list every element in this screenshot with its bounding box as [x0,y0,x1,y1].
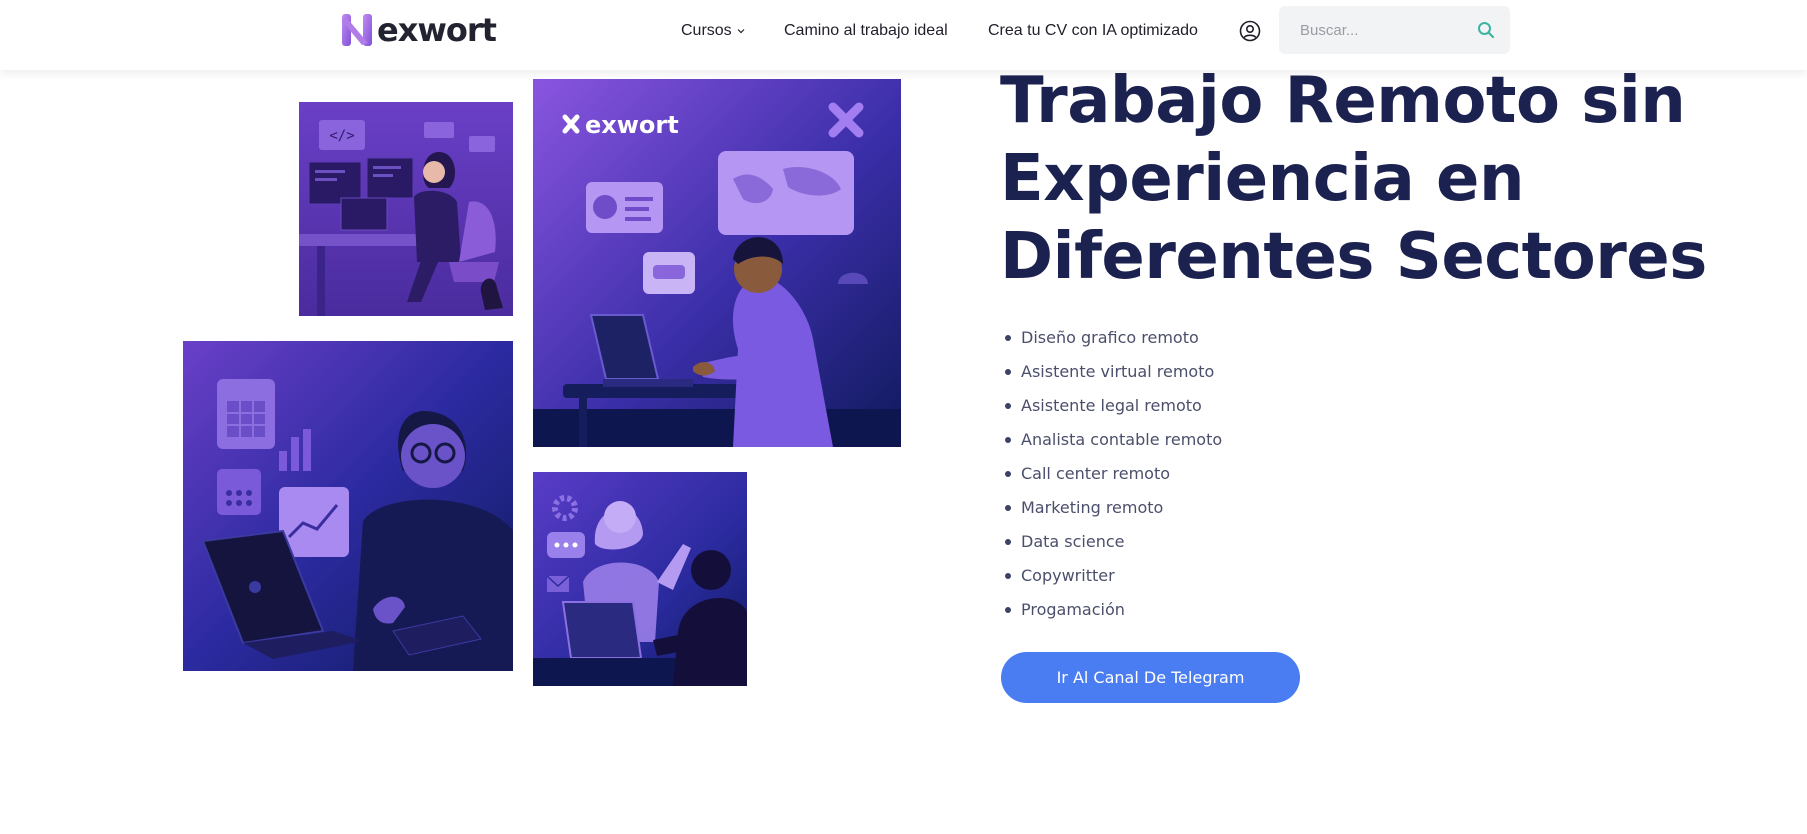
sector-label: Copywritter [1021,566,1115,585]
search-icon[interactable] [1477,21,1495,39]
bullet-icon [1005,403,1011,409]
sector-list-item: Marketing remoto [1003,494,1222,528]
sector-label: Asistente legal remoto [1021,396,1202,415]
illustration-accountant [183,341,513,671]
sector-list-item: Progamación [1003,596,1222,630]
illustration-call-center [533,472,747,686]
sector-label: Asistente virtual remoto [1021,362,1215,381]
bullet-icon [1005,437,1011,443]
sector-list: Diseño grafico remoto Asistente virtual r… [1003,324,1222,630]
bullet-icon [1005,573,1011,579]
sector-label: Progamación [1021,600,1125,619]
sector-label: Data science [1021,532,1125,551]
sector-list-item: Diseño grafico remoto [1003,324,1222,358]
main-card-logo: exwort [585,111,679,139]
search-input[interactable] [1300,21,1480,39]
bullet-icon [1005,539,1011,545]
search-box [1279,6,1510,54]
sector-list-item: Data science [1003,528,1222,562]
user-circle-icon[interactable] [1239,20,1261,42]
nav-cursos[interactable]: Cursos [681,20,745,42]
telegram-channel-button[interactable]: Ir Al Canal De Telegram [1001,652,1300,703]
sector-label: Call center remoto [1021,464,1171,483]
sector-list-item: Asistente virtual remoto [1003,358,1222,392]
bullet-icon [1005,471,1011,477]
logo-text: exwort [377,11,497,49]
site-header: exwort Cursos Camino al trabajo ideal Cr… [0,0,1807,70]
exwort-logo-icon [342,14,372,46]
illustration-remote-worker: exwort [533,79,901,447]
bullet-icon [1005,335,1011,341]
sector-list-item: Analista contable remoto [1003,426,1222,460]
illustration-developer: </> [299,102,513,316]
nav-camino-trabajo-ideal[interactable]: Camino al trabajo ideal [784,20,948,42]
chevron-down-icon [737,29,745,34]
nav-crea-cv[interactable]: Crea tu CV con IA optimizado [988,20,1198,42]
svg-text:</>: </> [329,128,354,144]
bullet-icon [1005,505,1011,511]
sector-list-item: Copywritter [1003,562,1222,596]
sector-label: Marketing remoto [1021,498,1164,517]
bullet-icon [1005,607,1011,613]
bullet-icon [1005,369,1011,375]
nav-cursos-label: Cursos [681,22,732,39]
hero-title: Trabajo Remoto sin Experiencia en Difere… [1000,64,1707,294]
sector-list-item: Call center remoto [1003,460,1222,494]
site-logo[interactable]: exwort [340,11,497,49]
sector-label: Diseño grafico remoto [1021,328,1199,347]
sector-list-item: Asistente legal remoto [1003,392,1222,426]
sector-label: Analista contable remoto [1021,430,1223,449]
